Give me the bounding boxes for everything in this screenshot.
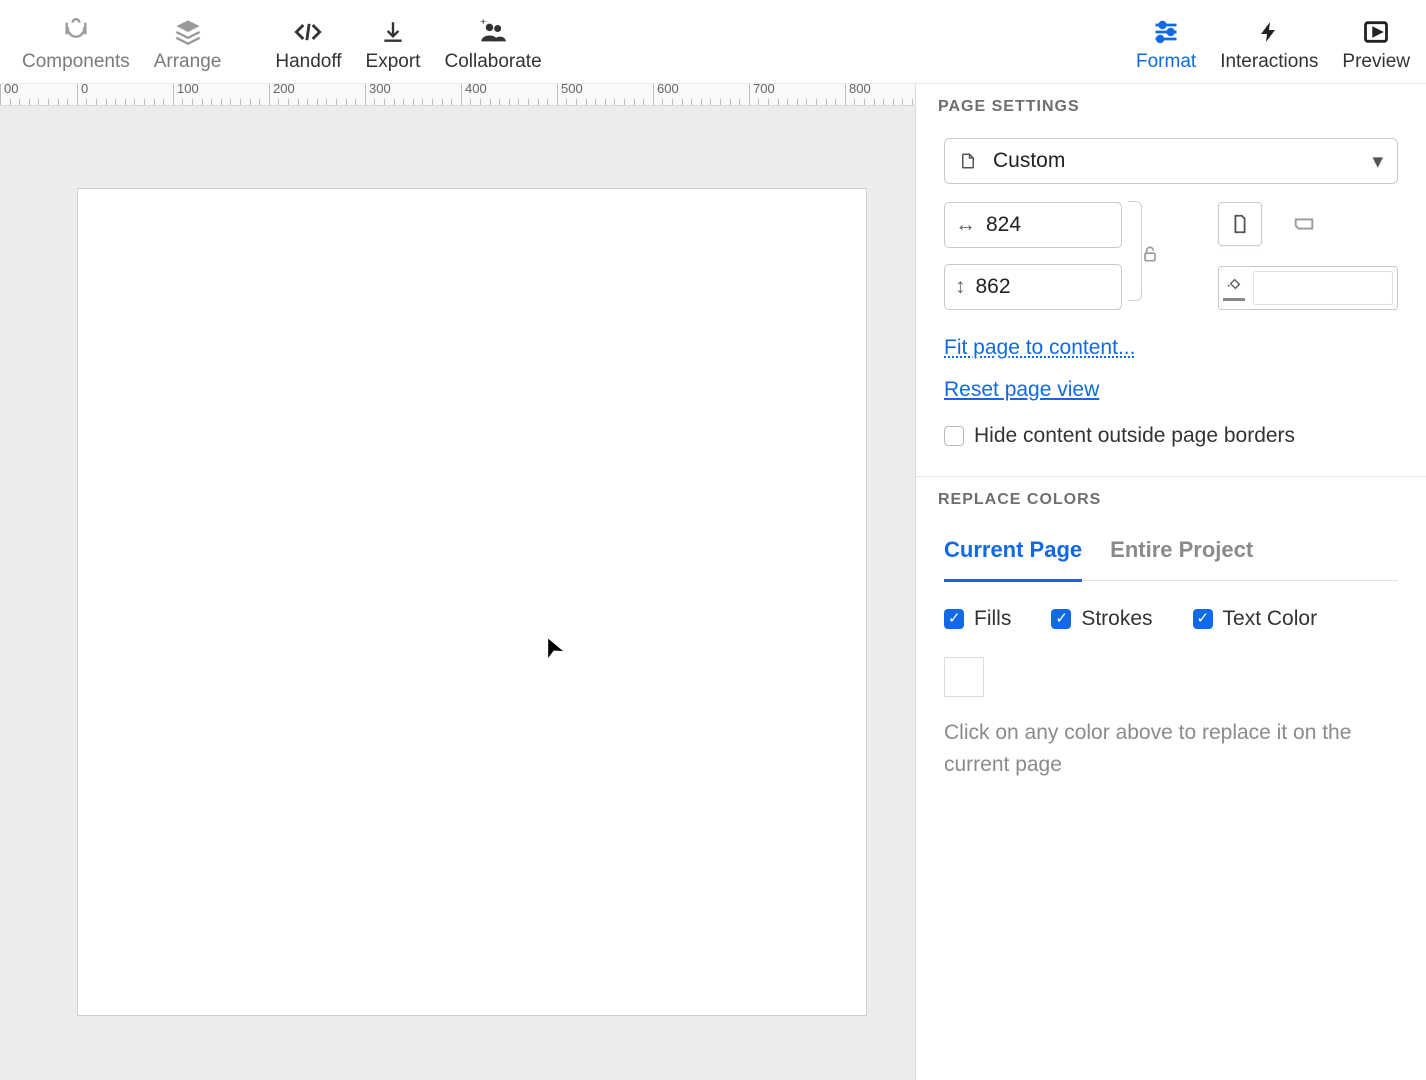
handoff-label: Handoff: [275, 51, 341, 74]
replace-colors-section: REPLACE COLORS Current Page Entire Proje…: [916, 477, 1426, 808]
fills-checkbox[interactable]: [944, 609, 964, 629]
hide-content-label: Hide content outside page borders: [974, 424, 1295, 448]
ruler-tick: 300: [369, 84, 391, 96]
ruler-tick: 00: [4, 84, 18, 96]
page-preset-dropdown[interactable]: Custom ▾: [944, 138, 1398, 184]
paint-bucket-icon: [1223, 275, 1245, 301]
width-icon: ↔: [955, 213, 976, 237]
preview-label: Preview: [1342, 51, 1410, 74]
arrange-button[interactable]: Arrange: [142, 9, 234, 74]
page-background-color-button[interactable]: [1218, 266, 1398, 310]
components-icon: [62, 13, 90, 51]
ruler-tick: 200: [273, 84, 295, 96]
height-icon: ↕: [955, 275, 966, 299]
sliders-icon: [1151, 13, 1181, 51]
components-button[interactable]: Components: [10, 9, 142, 74]
textcolor-label: Text Color: [1223, 607, 1318, 631]
ruler-tick: 400: [465, 84, 487, 96]
preview-tab[interactable]: Preview: [1330, 9, 1422, 74]
ruler-tick: 800: [849, 84, 871, 96]
page-width-input[interactable]: ↔ 824: [944, 202, 1122, 248]
fills-label: Fills: [974, 607, 1011, 631]
handoff-icon: [293, 13, 323, 51]
collaborate-button[interactable]: + Collaborate: [432, 9, 553, 74]
textcolor-checkbox[interactable]: [1193, 609, 1213, 629]
arrange-label: Arrange: [154, 51, 222, 74]
strokes-checkbox-row[interactable]: Strokes: [1051, 607, 1152, 631]
textcolor-checkbox-row[interactable]: Text Color: [1193, 607, 1318, 631]
toolbar-right-group: Format Interactions Preview: [1124, 0, 1426, 83]
page-background-swatch: [1253, 271, 1393, 305]
play-icon: [1362, 13, 1390, 51]
chevron-down-icon: ▾: [1372, 149, 1383, 174]
hide-content-checkbox-row[interactable]: Hide content outside page borders: [944, 424, 1398, 448]
page-dimensions: ↔ 824 ↕ 862: [944, 202, 1398, 310]
ruler-tick: 500: [561, 84, 583, 96]
replace-colors-helper: Click on any color above to replace it o…: [944, 717, 1384, 780]
export-button[interactable]: Export: [354, 9, 433, 74]
reset-page-view-link[interactable]: Reset page view: [944, 378, 1099, 402]
page-icon: [959, 151, 977, 171]
hide-content-checkbox[interactable]: [944, 426, 964, 446]
format-tab[interactable]: Format: [1124, 9, 1208, 74]
page-height-value: 862: [976, 275, 1011, 299]
aspect-lock-toggle[interactable]: [1140, 243, 1160, 270]
components-label: Components: [22, 51, 130, 74]
replace-colors-title: REPLACE COLORS: [916, 491, 1426, 519]
export-icon: [380, 13, 406, 51]
strokes-label: Strokes: [1081, 607, 1152, 631]
ruler-tick: 0: [81, 84, 88, 96]
interactions-label: Interactions: [1220, 51, 1318, 74]
export-label: Export: [366, 51, 421, 74]
page-preset-value: Custom: [993, 149, 1065, 173]
format-label: Format: [1136, 51, 1196, 74]
svg-text:+: +: [480, 18, 486, 28]
collaborate-icon: +: [478, 13, 508, 51]
canvas-area[interactable]: 00 0 100 200 300 400 500 600 700 800 // …: [0, 84, 915, 1080]
handoff-button[interactable]: Handoff: [263, 9, 353, 74]
replace-color-swatch[interactable]: [944, 657, 984, 697]
replace-colors-tabs: Current Page Entire Project: [944, 531, 1398, 581]
orientation-portrait-button[interactable]: [1218, 202, 1262, 246]
page-height-input[interactable]: ↕ 862: [944, 264, 1122, 310]
ruler-tick: 600: [657, 84, 679, 96]
page-settings-section: PAGE SETTINGS Custom ▾ ↔ 824: [916, 84, 1426, 477]
page-settings-title: PAGE SETTINGS: [916, 98, 1426, 126]
fills-checkbox-row[interactable]: Fills: [944, 607, 1011, 631]
arrange-icon: [174, 13, 202, 51]
artboard[interactable]: [77, 188, 867, 1016]
toolbar-left-group: Components Arrange Handoff Expor: [0, 0, 554, 83]
tab-entire-project[interactable]: Entire Project: [1110, 531, 1253, 582]
horizontal-ruler[interactable]: 00 0 100 200 300 400 500 600 700 800 // …: [0, 84, 915, 106]
strokes-checkbox[interactable]: [1051, 609, 1071, 629]
collaborate-label: Collaborate: [444, 51, 541, 74]
inspector-panel: PAGE SETTINGS Custom ▾ ↔ 824: [915, 84, 1426, 1080]
ruler-tick: 700: [753, 84, 775, 96]
lightning-icon: [1257, 13, 1281, 51]
tab-current-page[interactable]: Current Page: [944, 531, 1082, 582]
interactions-tab[interactable]: Interactions: [1208, 9, 1330, 74]
ruler-tick: 100: [177, 84, 199, 96]
orientation-landscape-button[interactable]: [1282, 202, 1326, 246]
top-toolbar: Components Arrange Handoff Expor: [0, 0, 1426, 84]
fit-page-link[interactable]: Fit page to content...: [944, 336, 1135, 360]
page-width-value: 824: [986, 213, 1021, 237]
